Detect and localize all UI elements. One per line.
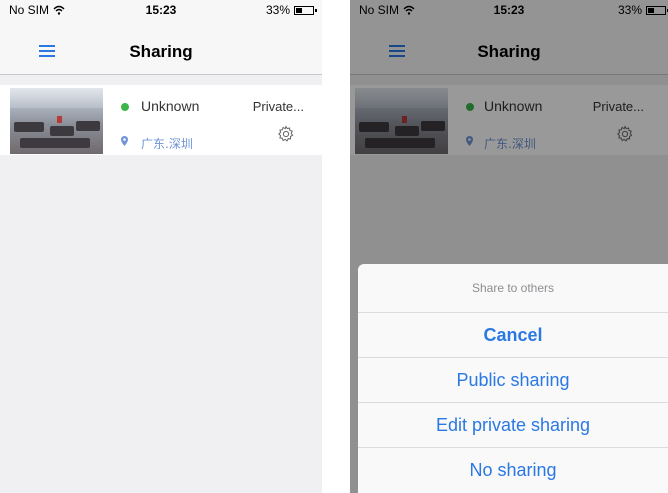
no-sharing-button[interactable]: No sharing [358, 448, 668, 492]
page-title: Sharing [129, 42, 193, 61]
location-pin-icon [121, 136, 128, 146]
online-status-dot [121, 103, 129, 111]
screen-sharing: No SIM 15:23 33% Sharing Unknown 广东.深圳 P… [0, 0, 322, 493]
device-location: 广东.深圳 [141, 137, 193, 151]
edit-private-sharing-button[interactable]: Edit private sharing [358, 403, 668, 448]
device-status: Unknown [141, 98, 200, 114]
sharing-status: Private... [252, 99, 304, 114]
share-action-sheet: Share to others Cancel Public sharing Ed… [358, 264, 668, 493]
cancel-button[interactable]: Cancel [358, 313, 668, 358]
screen-sharing-action-sheet: No SIM 15:23 33% Sharing Unknown 广东.深圳 P… [350, 0, 668, 493]
nav-bar: Sharing [0, 20, 322, 75]
battery: 33% [265, 3, 317, 17]
battery-percent: 33% [265, 3, 290, 17]
action-sheet-title: Share to others [358, 264, 668, 313]
camera-thumbnail[interactable] [10, 88, 103, 154]
status-bar: No SIM 15:23 33% [0, 0, 322, 20]
public-sharing-button[interactable]: Public sharing [358, 358, 668, 403]
device-row[interactable]: Unknown 广东.深圳 Private... [0, 85, 322, 155]
battery-icon [294, 5, 317, 15]
gear-icon[interactable] [277, 125, 295, 143]
